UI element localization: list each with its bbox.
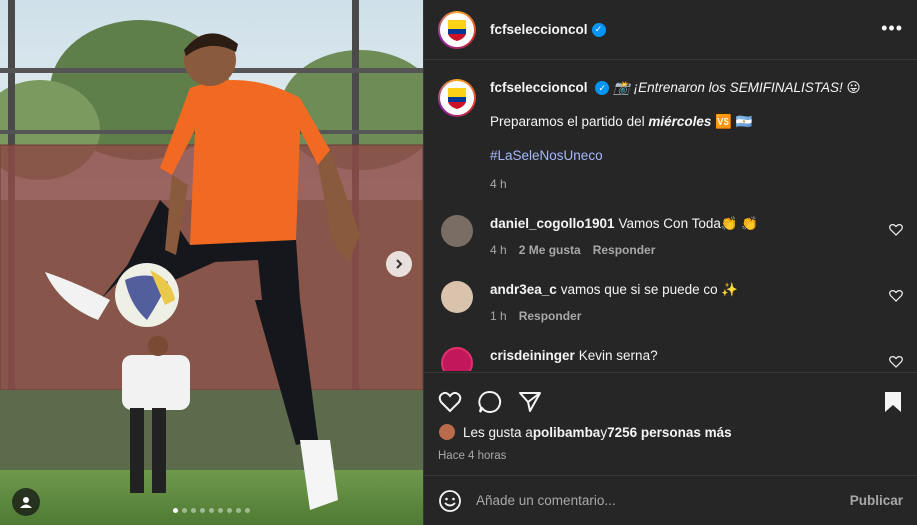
verified-badge-icon: ✓: [595, 81, 610, 96]
reply-button[interactable]: Responder: [593, 241, 656, 259]
post-media[interactable]: [0, 0, 423, 525]
comment-username[interactable]: crisdeininger: [490, 348, 575, 363]
comment-avatar[interactable]: [441, 347, 473, 371]
next-image-button[interactable]: [386, 251, 412, 277]
comment-avatar[interactable]: [441, 281, 473, 313]
comment-icon[interactable]: [478, 390, 502, 414]
carousel-dot: [200, 508, 205, 513]
fcf-crest-icon: [448, 19, 466, 41]
caption-avatar[interactable]: [438, 79, 476, 117]
comment-avatar[interactable]: [441, 215, 473, 247]
send-icon[interactable]: [518, 391, 542, 413]
caption-username[interactable]: fcfseleccioncol: [490, 80, 588, 95]
post-modal: fcfseleccioncol ✓ ••• fcfseleccioncol ✓ …: [0, 0, 917, 525]
comment-time: 1 h: [490, 309, 507, 323]
comment-username[interactable]: daniel_cogollo1901: [490, 216, 615, 231]
training-photo: [0, 0, 423, 525]
carousel-dot: [173, 508, 178, 513]
carousel-dot: [245, 508, 250, 513]
likes-count[interactable]: 7256 personas más: [607, 425, 732, 440]
likes-prefix: Les gusta a: [463, 424, 533, 440]
publish-button[interactable]: Publicar: [850, 493, 903, 508]
posted-time: Hace 4 horas: [438, 450, 507, 462]
comment-item: crisdeininger Kevin serna?: [438, 347, 903, 371]
carousel-indicator: [0, 508, 423, 513]
verified-badge-icon: ✓: [591, 22, 606, 37]
bookmark-icon[interactable]: [883, 390, 903, 414]
reply-button[interactable]: Responder: [519, 307, 582, 325]
likes-summary[interactable]: Les gusta a polibamba y 7256 personas má…: [424, 423, 917, 441]
post-header: fcfseleccioncol ✓ •••: [424, 0, 917, 60]
caption-line2-prefix: Preparamos el partido del: [490, 114, 649, 129]
comment-username[interactable]: andr3ea_c: [490, 282, 557, 297]
heart-icon[interactable]: [889, 289, 903, 303]
account-avatar[interactable]: [438, 10, 476, 49]
caption-hashtag[interactable]: #LaSeleNosUneco: [490, 148, 603, 163]
heart-icon[interactable]: [438, 391, 462, 413]
caption-line1: 📸 ¡Entrenaron los SEMIFINALISTAS! 😛: [613, 80, 861, 95]
emoji-icon[interactable]: [438, 489, 462, 513]
post-username[interactable]: fcfseleccioncol: [490, 22, 588, 37]
caption-line2-emph: miércoles: [648, 114, 712, 129]
carousel-dot: [191, 508, 196, 513]
likes-user[interactable]: polibamba: [533, 425, 601, 440]
comments-section[interactable]: fcfseleccioncol ✓ 📸 ¡Entrenaron los SEMI…: [424, 61, 917, 371]
comment-time: 4 h: [490, 243, 507, 257]
comment-text: Vamos Con Toda👏 👏: [618, 216, 759, 231]
likes-middle: y: [600, 424, 608, 440]
post-caption: fcfseleccioncol ✓ 📸 ¡Entrenaron los SEMI…: [438, 79, 903, 193]
liker-avatar: [438, 423, 456, 441]
chevron-right-icon: [396, 259, 403, 269]
comment-item: andr3ea_c vamos que si se puede co ✨ 1 h …: [438, 281, 903, 325]
comment-input[interactable]: [476, 493, 850, 508]
heart-icon[interactable]: [889, 223, 903, 237]
comment-text: vamos que si se puede co ✨: [560, 282, 739, 297]
carousel-dot: [182, 508, 187, 513]
carousel-dot: [209, 508, 214, 513]
carousel-dot: [236, 508, 241, 513]
heart-icon[interactable]: [889, 355, 903, 369]
caption-time: 4 h: [490, 177, 507, 191]
user-tag-icon: [20, 497, 32, 508]
post-details-panel: fcfseleccioncol ✓ ••• fcfseleccioncol ✓ …: [423, 0, 917, 525]
caption-line2-suffix: 🆚 🇦🇷: [711, 114, 753, 129]
comment-composer: Publicar: [424, 475, 917, 525]
fcf-crest-icon: [448, 88, 466, 109]
comment-item: daniel_cogollo1901 Vamos Con Toda👏 👏 4 h …: [438, 215, 903, 259]
carousel-dot: [218, 508, 223, 513]
comment-text: Kevin serna?: [578, 348, 658, 363]
carousel-dot: [227, 508, 232, 513]
more-options-icon[interactable]: •••: [881, 18, 903, 39]
comment-likes[interactable]: 2 Me gusta: [519, 241, 581, 259]
